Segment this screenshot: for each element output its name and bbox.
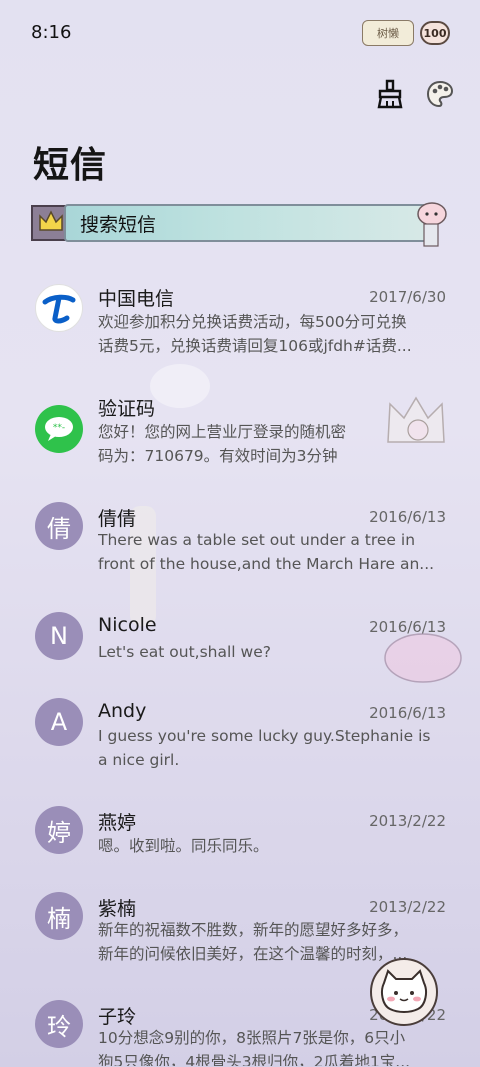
message-date: 2016/6/13 xyxy=(369,704,446,722)
message-date: 2016/6/13 xyxy=(369,508,446,526)
contact-avatar: 倩 xyxy=(35,502,83,550)
sender-name: 子玲 xyxy=(98,1006,137,1028)
contact-avatar: 玲 xyxy=(35,1000,83,1048)
message-preview: 10分想念9别的你，8张照片7张是你，6只小 狗5只像你，4根骨头3根归你，2瓜… xyxy=(98,1029,411,1066)
message-date: 2016/6/13 xyxy=(369,618,446,636)
toolbar xyxy=(374,78,456,110)
palette-icon[interactable] xyxy=(424,78,456,110)
new-message-button[interactable] xyxy=(370,958,438,1026)
sender-name: 紫楠 xyxy=(98,898,137,920)
message-date: 2013/2/22 xyxy=(369,898,446,916)
contact-avatar: N xyxy=(35,612,83,660)
sender-name: Andy xyxy=(98,700,147,722)
message-preview: 嗯。收到啦。同乐同乐。 xyxy=(98,837,269,855)
message-preview: There was a table set out under a tree i… xyxy=(98,531,435,573)
conversation-row[interactable]: N Nicole 2016/6/13 Let's eat out,shall w… xyxy=(0,612,480,682)
svg-text:**-: **- xyxy=(53,423,65,433)
search-bar[interactable]: 搜索短信 xyxy=(30,198,450,250)
status-bar: 8:16 树懒 100 xyxy=(0,0,480,66)
message-preview: 欢迎参加积分兑换话费活动，每500分可兑换 话费5元，兑换话费请回复106或jf… xyxy=(98,313,412,355)
telecom-logo-icon xyxy=(35,284,83,332)
cat-icon xyxy=(381,969,427,1013)
sender-name: 验证码 xyxy=(98,398,156,420)
status-decoration: 树懒 xyxy=(362,20,414,46)
contact-avatar: 婷 xyxy=(35,806,83,854)
message-date: 2013/2/22 xyxy=(369,812,446,830)
ghost-decoration-icon xyxy=(417,202,447,247)
page-title: 短信 xyxy=(33,145,108,186)
contact-avatar: A xyxy=(35,698,83,746)
conversation-row[interactable]: 中国电信 2017/6/30 欢迎参加积分兑换话费活动，每500分可兑换 话费5… xyxy=(0,278,480,370)
status-time: 8:16 xyxy=(31,22,72,43)
status-icons: 树懒 100 xyxy=(362,20,450,46)
message-preview: I guess you're some lucky guy.Stephanie … xyxy=(98,727,431,769)
message-logo-icon: **- xyxy=(35,405,83,453)
conversation-row[interactable]: 倩 倩倩 2016/6/13 There was a table set out… xyxy=(0,502,480,594)
conversation-row[interactable]: 婷 燕婷 2013/2/22 嗯。收到啦。同乐同乐。 xyxy=(0,806,480,876)
message-date: 2017/6/30 xyxy=(369,288,446,306)
sender-name: 倩倩 xyxy=(98,508,137,530)
sender-name: Nicole xyxy=(98,614,157,636)
sender-name: 中国电信 xyxy=(98,288,175,310)
sender-name: 燕婷 xyxy=(98,812,137,834)
message-preview: 您好！您的网上营业厅登录的随机密 码为：710679。有效时间为3分钟 xyxy=(98,423,347,465)
broom-icon[interactable] xyxy=(374,78,406,110)
search-input[interactable]: 搜索短信 xyxy=(64,204,438,242)
conversation-row[interactable]: A Andy 2016/6/13 I guess you're some luc… xyxy=(0,698,480,790)
contact-avatar: 楠 xyxy=(35,892,83,940)
conversation-row[interactable]: **- 验证码 您好！您的网上营业厅登录的随机密 码为：710679。有效时间为… xyxy=(0,390,480,482)
message-preview: Let's eat out,shall we? xyxy=(98,643,271,661)
battery-indicator: 100 xyxy=(420,21,450,45)
